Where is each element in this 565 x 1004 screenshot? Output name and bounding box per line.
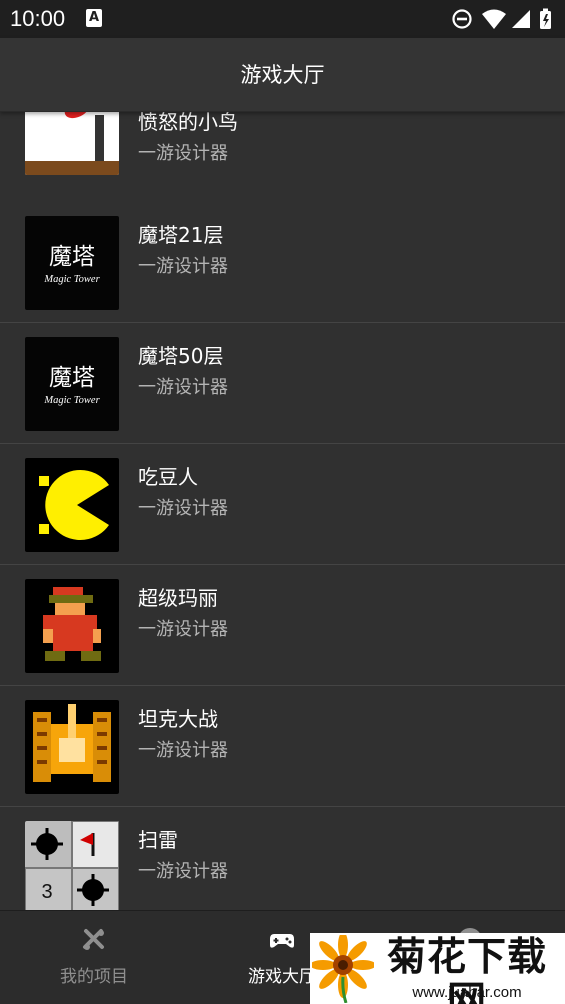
game-name: 超级玛丽 bbox=[138, 586, 218, 610]
magic-tower-thumbnail: 魔塔 Magic Tower bbox=[25, 216, 119, 310]
magic-tower-en-label: Magic Tower bbox=[43, 395, 100, 406]
minesweeper-number: 3 bbox=[41, 881, 52, 903]
game-row-tank-battle[interactable]: 坦克大战 一游设计器 bbox=[0, 687, 565, 807]
battery-icon bbox=[540, 8, 551, 29]
angry-birds-thumbnail-icon bbox=[25, 112, 119, 175]
game-author: 一游设计器 bbox=[138, 740, 228, 761]
app-bar: 游戏大厅 bbox=[0, 38, 565, 112]
minesweeper-thumbnail: 3 bbox=[25, 821, 119, 910]
game-name: 吃豆人 bbox=[138, 465, 198, 489]
gamepad-icon bbox=[270, 934, 294, 948]
game-author: 一游设计器 bbox=[138, 619, 228, 640]
game-row-magic-tower-21[interactable]: 魔塔 Magic Tower 魔塔21层 一游设计器 bbox=[0, 203, 565, 323]
status-time: 10:00 bbox=[10, 6, 66, 31]
game-name: 愤怒的小鸟 bbox=[138, 112, 238, 134]
game-author: 一游设计器 bbox=[138, 861, 228, 882]
chrysanthemum-logo-icon bbox=[312, 935, 374, 1003]
wifi-icon bbox=[482, 9, 506, 29]
do-not-disturb-icon bbox=[452, 9, 472, 29]
angry-birds-thumbnail bbox=[25, 112, 119, 175]
nav-label-my-projects: 我的项目 bbox=[60, 967, 128, 987]
super-mario-thumbnail-icon bbox=[25, 579, 119, 673]
tank-battle-thumbnail bbox=[25, 700, 119, 794]
magic-tower-50-thumbnail: 魔塔 Magic Tower bbox=[25, 337, 119, 431]
site-watermark: 菊花下载网 www.juahar.com bbox=[310, 933, 565, 1004]
game-row-magic-tower-50[interactable]: 魔塔 Magic Tower 魔塔50层 一游设计器 bbox=[0, 324, 565, 444]
game-name: 魔塔21层 bbox=[138, 223, 224, 247]
nav-my-projects[interactable]: 我的项目 bbox=[0, 911, 188, 1004]
game-name: 魔塔50层 bbox=[138, 344, 224, 368]
game-name: 扫雷 bbox=[138, 828, 178, 852]
magic-tower-thumbnail-icon: 魔塔 Magic Tower bbox=[25, 216, 119, 310]
status-bar: 10:00 A bbox=[0, 0, 565, 38]
tank-battle-thumbnail-icon bbox=[25, 700, 119, 794]
game-hall-screen: 10:00 A 游戏大厅 愤怒的小鸟 一游设计器 魔塔 Magic Tower … bbox=[0, 0, 565, 1004]
watermark-url: www.juahar.com bbox=[412, 984, 522, 1001]
magic-tower-en-label: Magic Tower bbox=[43, 274, 100, 285]
super-mario-thumbnail bbox=[25, 579, 119, 673]
tools-icon bbox=[83, 929, 104, 950]
game-author: 一游设计器 bbox=[138, 377, 228, 398]
page-title: 游戏大厅 bbox=[240, 63, 325, 87]
magic-tower-cn-label: 魔塔 bbox=[49, 244, 95, 270]
game-author: 一游设计器 bbox=[138, 256, 228, 277]
magic-tower-50-thumbnail-icon: 魔塔 Magic Tower bbox=[25, 337, 119, 431]
game-name: 坦克大战 bbox=[138, 707, 218, 731]
magic-tower-cn-label: 魔塔 bbox=[49, 365, 95, 391]
pacman-thumbnail-icon bbox=[25, 458, 119, 552]
game-list[interactable]: 愤怒的小鸟 一游设计器 魔塔 Magic Tower 魔塔21层 一游设计器 魔… bbox=[0, 112, 565, 910]
game-author: 一游设计器 bbox=[138, 143, 228, 164]
game-row-super-mario[interactable]: 超级玛丽 一游设计器 bbox=[0, 566, 565, 686]
game-author: 一游设计器 bbox=[138, 498, 228, 519]
game-row-pacman[interactable]: 吃豆人 一游设计器 bbox=[0, 445, 565, 565]
game-row-minesweeper[interactable]: 3 扫雷 一游设计器 bbox=[0, 808, 565, 910]
minesweeper-thumbnail-icon: 3 bbox=[25, 821, 119, 910]
status-icons bbox=[452, 8, 551, 29]
pacman-thumbnail bbox=[25, 458, 119, 552]
a-notification-icon: A bbox=[86, 9, 102, 27]
game-row-angry-birds[interactable]: 愤怒的小鸟 一游设计器 bbox=[0, 112, 565, 210]
signal-icon bbox=[512, 10, 530, 28]
